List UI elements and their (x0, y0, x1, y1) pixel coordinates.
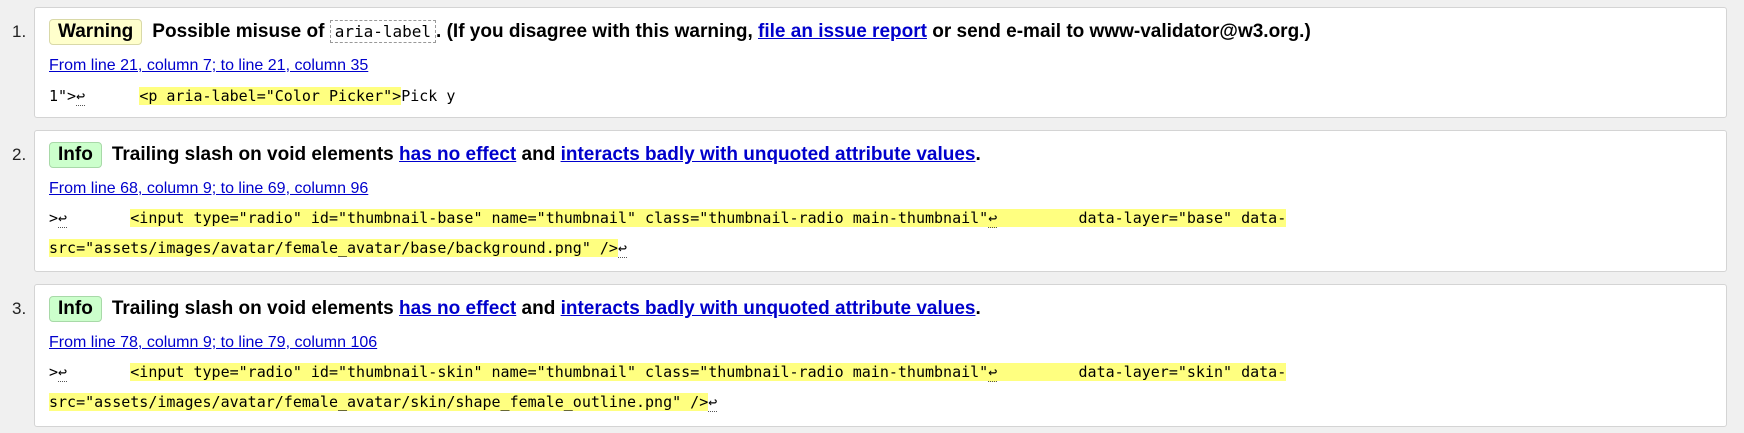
highlighted-code: src="assets/images/avatar/female_avatar/… (49, 239, 618, 257)
message-number: 1. (12, 22, 27, 41)
message-headline: Info Trailing slash on void elements has … (49, 296, 981, 322)
message-info: Info Trailing slash on void elements has … (34, 130, 1727, 272)
validator-message-list: 1. Warning Possible misuse of aria-label.… (0, 0, 1744, 433)
code-extract-line-1: >↩ <input type="radio" id="thumbnail-ski… (49, 357, 1287, 387)
extract-gap (85, 87, 139, 105)
message-text: Trailing slash on void elements (111, 144, 394, 165)
line-break-icon: ↩ (76, 87, 86, 106)
message-text: . (975, 298, 981, 319)
line-break-icon: ↩ (708, 393, 718, 412)
message-headline: Info Trailing slash on void elements has … (49, 142, 981, 168)
unquoted-attributes-link[interactable]: interacts badly with unquoted attribute … (561, 298, 976, 319)
code-extract-line-1: >↩ <input type="radio" id="thumbnail-bas… (49, 203, 1287, 233)
unquoted-attributes-link[interactable]: interacts badly with unquoted attribute … (561, 144, 976, 165)
extract-text: 1"> (49, 87, 77, 105)
extract-text: > (49, 363, 59, 381)
line-break-icon: ↩ (58, 209, 68, 228)
highlighted-code: data-layer="base" data- (997, 209, 1287, 227)
highlighted-code: <input type="radio" id="thumbnail-base" … (130, 209, 989, 227)
location-link[interactable]: From line 78, column 9; to line 79, colu… (49, 333, 377, 353)
message-text: . (975, 144, 981, 165)
message-text: Trailing slash on void elements (111, 298, 394, 319)
extract-text: Pick y (401, 87, 456, 105)
message-text: and (521, 144, 556, 165)
message-warning: Warning Possible misuse of aria-label. (I… (34, 7, 1727, 118)
highlighted-code: src="assets/images/avatar/female_avatar/… (49, 393, 709, 411)
extract-gap (67, 209, 130, 227)
no-effect-link[interactable]: has no effect (399, 144, 516, 165)
message-text: . (If you disagree with this warning, (436, 21, 753, 42)
code-extract-line-2: src="assets/images/avatar/female_avatar/… (49, 387, 718, 417)
location-link[interactable]: From line 21, column 7; to line 21, colu… (49, 56, 368, 76)
line-break-icon: ↩ (988, 363, 998, 382)
extract-gap (67, 363, 130, 381)
file-issue-link[interactable]: file an issue report (758, 21, 927, 42)
highlighted-code: data-layer="skin" data- (997, 363, 1287, 381)
message-text: Possible misuse of (152, 21, 325, 42)
highlighted-code: <input type="radio" id="thumbnail-skin" … (130, 363, 989, 381)
message-headline: Warning Possible misuse of aria-label. (I… (49, 19, 1311, 45)
code-extract: 1">↩ <p aria-label="Color Picker">Pick y (49, 81, 455, 111)
code-aria-label: aria-label (329, 20, 437, 43)
message-text: and (521, 298, 556, 319)
info-badge: Info (49, 296, 102, 322)
info-badge: Info (49, 142, 102, 168)
message-number: 2. (12, 145, 27, 164)
extract-text: > (49, 209, 59, 227)
code-extract-line-2: src="assets/images/avatar/female_avatar/… (49, 233, 627, 263)
message-text: or send e-mail to www-validator@w3.org.) (932, 21, 1311, 42)
line-break-icon: ↩ (58, 363, 68, 382)
line-break-icon: ↩ (617, 239, 627, 258)
warning-badge: Warning (49, 19, 143, 45)
message-info: Info Trailing slash on void elements has … (34, 284, 1727, 427)
no-effect-link[interactable]: has no effect (399, 298, 516, 319)
highlighted-code: <p aria-label="Color Picker"> (139, 87, 402, 105)
message-number: 3. (12, 299, 27, 318)
line-break-icon: ↩ (988, 209, 998, 228)
location-link[interactable]: From line 68, column 9; to line 69, colu… (49, 179, 368, 199)
